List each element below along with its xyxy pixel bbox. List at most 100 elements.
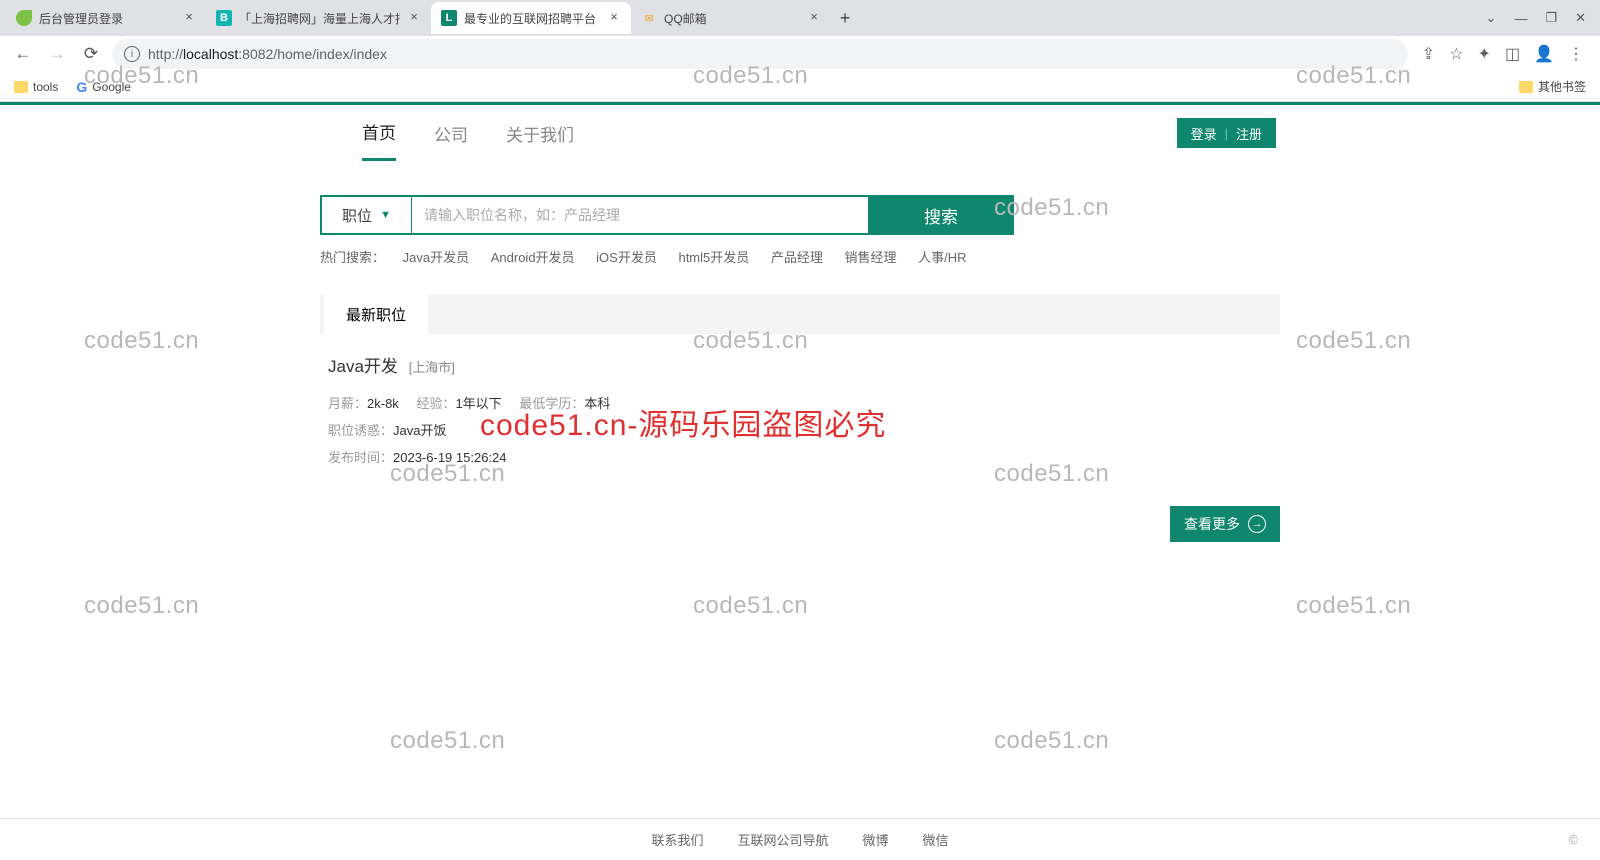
minimize-icon[interactable]: —: [1514, 11, 1527, 26]
salary-value: 2k-8k: [367, 396, 399, 411]
bookmark-other[interactable]: 其他书签: [1519, 78, 1586, 95]
section-tabs: 最新职位: [320, 294, 1280, 334]
search-button[interactable]: 搜索: [868, 195, 1014, 235]
job-card: Java开发 [上海市] 月薪：2k-8k 经验：1年以下 最低学历：本科 职位…: [320, 334, 1280, 466]
browser-tab-2[interactable]: L 最专业的互联网招聘平台 ×: [431, 2, 631, 34]
watermark: code51.cn: [1296, 592, 1411, 620]
site-icon: L: [441, 10, 457, 26]
browser-tab-1[interactable]: B 「上海招聘网」海量上海人才招聘 ×: [206, 2, 431, 34]
bookmark-google[interactable]: GGoogle: [76, 79, 131, 95]
hot-label: 热门搜索：: [320, 250, 385, 265]
exp-label: 经验：: [416, 396, 455, 411]
more-row: 查看更多 →: [320, 506, 1280, 542]
forward-button[interactable]: →: [44, 41, 70, 67]
back-button[interactable]: ←: [10, 41, 36, 67]
temptation-label: 职位诱惑：: [328, 423, 393, 438]
tab-bar: 后台管理员登录 × B 「上海招聘网」海量上海人才招聘 × L 最专业的互联网招…: [0, 0, 1600, 36]
hot-search-row: 热门搜索： Java开发员 Android开发员 iOS开发员 html5开发员…: [320, 247, 1280, 266]
select-label: 职位: [342, 205, 372, 226]
bookmark-bar: tools GGoogle 其他书签: [0, 72, 1600, 102]
watermark: code51.cn: [390, 727, 505, 755]
tab-title: QQ邮箱: [664, 10, 800, 27]
exp-value: 1年以下: [455, 396, 501, 411]
close-window-icon[interactable]: ✕: [1575, 10, 1586, 26]
job-title[interactable]: Java开发: [328, 357, 398, 376]
share-icon[interactable]: ⇪: [1422, 44, 1435, 64]
reload-button[interactable]: ⟳: [78, 41, 104, 67]
pubtime-value: 2023-6-19 15:26:24: [393, 450, 506, 465]
profile-icon[interactable]: 👤: [1534, 44, 1554, 64]
hot-link[interactable]: iOS开发员: [596, 250, 657, 265]
caret-down-icon: ▼: [380, 209, 391, 221]
tab-title: 「上海招聘网」海量上海人才招聘: [239, 10, 400, 27]
browser-chrome: 后台管理员登录 × B 「上海招聘网」海量上海人才招聘 × L 最专业的互联网招…: [0, 0, 1600, 102]
close-icon[interactable]: ×: [807, 11, 821, 25]
tab-latest-jobs[interactable]: 最新职位: [324, 294, 428, 334]
star-icon[interactable]: ☆: [1449, 44, 1463, 64]
main-nav: 首页 公司 关于我们 登录 | 注册: [0, 105, 1600, 161]
view-more-button[interactable]: 查看更多 →: [1170, 506, 1280, 542]
hot-link[interactable]: 人事/HR: [918, 250, 966, 265]
hot-link[interactable]: Java开发员: [403, 250, 469, 265]
auth-box: 登录 | 注册: [1177, 118, 1276, 148]
browser-tab-0[interactable]: 后台管理员登录 ×: [6, 2, 206, 34]
temptation-value: Java开饭: [393, 423, 446, 438]
login-link[interactable]: 登录: [1191, 124, 1217, 143]
search-bar: 职位 ▼ 搜索: [320, 195, 1014, 235]
edu-value: 本科: [584, 396, 610, 411]
chevron-down-icon[interactable]: ⌄: [1486, 10, 1497, 26]
extensions-icon[interactable]: ✦: [1478, 44, 1491, 64]
footer-contact[interactable]: 联系我们: [651, 830, 703, 849]
window-controls: ⌄ — ❐ ✕: [1486, 10, 1600, 26]
pubtime-label: 发布时间：: [328, 450, 393, 465]
google-icon: G: [76, 79, 87, 95]
maximize-icon[interactable]: ❐: [1545, 10, 1557, 26]
job-temptation-row: 职位诱惑：Java开饭: [328, 420, 1272, 439]
nav-home[interactable]: 首页: [362, 105, 396, 161]
nav-about[interactable]: 关于我们: [506, 107, 574, 160]
hot-link[interactable]: html5开发员: [678, 250, 749, 265]
close-icon[interactable]: ×: [607, 11, 621, 25]
new-tab-button[interactable]: +: [831, 8, 859, 29]
more-label: 查看更多: [1184, 514, 1240, 534]
mail-icon: ✉: [641, 10, 657, 26]
search-input[interactable]: [412, 197, 868, 233]
footer-weibo[interactable]: 微博: [863, 830, 889, 849]
hot-link[interactable]: 销售经理: [845, 250, 897, 265]
hot-link[interactable]: 产品经理: [771, 250, 823, 265]
edu-label: 最低学历：: [519, 396, 584, 411]
address-row: ← → ⟳ i http://localhost:8082/home/index…: [0, 36, 1600, 72]
site-info-icon[interactable]: i: [124, 46, 140, 62]
sidepanel-icon[interactable]: ◫: [1505, 44, 1520, 64]
watermark: code51.cn: [994, 727, 1109, 755]
watermark: code51.cn: [693, 592, 808, 620]
salary-label: 月薪：: [328, 396, 367, 411]
address-bar[interactable]: i http://localhost:8082/home/index/index: [112, 39, 1408, 69]
close-icon[interactable]: ×: [407, 11, 421, 25]
browser-tab-3[interactable]: ✉ QQ邮箱 ×: [631, 2, 831, 34]
folder-icon: [1519, 81, 1533, 93]
bookmark-tools[interactable]: tools: [14, 80, 58, 94]
search-type-select[interactable]: 职位 ▼: [322, 197, 412, 233]
job-meta-row: 月薪：2k-8k 经验：1年以下 最低学历：本科: [328, 393, 1272, 412]
divider: |: [1225, 126, 1228, 141]
arrow-right-icon: →: [1248, 515, 1266, 533]
menu-icon[interactable]: ⋮: [1568, 44, 1584, 64]
register-link[interactable]: 注册: [1236, 124, 1262, 143]
page-content: 首页 公司 关于我们 登录 | 注册 职位 ▼ 搜索 热门搜索： Java开发员…: [0, 102, 1600, 542]
url-text: http://localhost:8082/home/index/index: [148, 46, 1396, 62]
tab-title: 后台管理员登录: [39, 10, 175, 27]
site-icon: B: [216, 10, 232, 26]
page-footer: 联系我们 互联网公司导航 微博 微信 ©: [0, 818, 1600, 860]
folder-icon: [14, 81, 28, 93]
footer-nav[interactable]: 互联网公司导航: [737, 830, 828, 849]
watermark: code51.cn: [84, 592, 199, 620]
job-title-row: Java开发 [上海市]: [328, 352, 1272, 377]
close-icon[interactable]: ×: [182, 11, 196, 25]
hot-link[interactable]: Android开发员: [491, 250, 575, 265]
leaf-icon: [16, 10, 32, 26]
nav-company[interactable]: 公司: [434, 107, 468, 160]
footer-wechat[interactable]: 微信: [923, 830, 949, 849]
tab-title: 最专业的互联网招聘平台: [464, 10, 600, 27]
watermark: code51.cn: [84, 327, 199, 355]
